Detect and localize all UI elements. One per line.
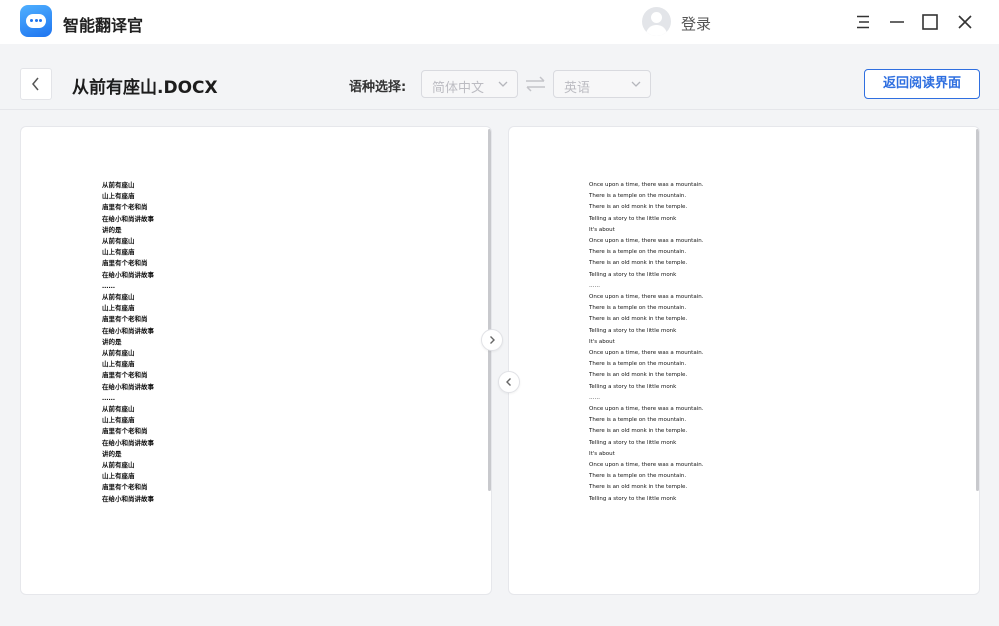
translated-text-line: Telling a story to the little monk [589, 383, 677, 390]
chevron-left-icon [32, 77, 39, 91]
chevron-left-icon [506, 378, 511, 386]
translated-scrollbar[interactable] [976, 129, 979, 491]
chevron-down-icon [498, 81, 508, 87]
chevron-right-icon [490, 336, 495, 344]
source-text-line: 从前有座山 [102, 237, 135, 246]
swap-arrows-icon[interactable] [525, 76, 546, 92]
source-text-line: 山上有座庙 [102, 304, 135, 313]
translated-text-line: There is an old monk in the temple. [589, 204, 688, 211]
source-text-line: 庙里有个老和尚 [102, 259, 148, 268]
translated-text-line: It's about [589, 338, 615, 345]
source-text-line: 在给小和尚讲故事 [102, 382, 154, 391]
toolbar: 从前有座山.DOCX 语种选择: 简体中文 英语 返回阅读界面 [0, 58, 999, 110]
source-text-line: 庙里有个老和尚 [102, 427, 148, 436]
source-text-line: 讲的是 [102, 337, 122, 346]
source-text-line: 庙里有个老和尚 [102, 371, 148, 380]
translated-text-line: There is an old monk in the temple. [589, 484, 688, 491]
source-text-line: 在给小和尚讲故事 [102, 214, 154, 223]
source-text-line: 在给小和尚讲故事 [102, 270, 154, 279]
translated-text-line: There is an old monk in the temple. [589, 428, 688, 435]
source-text-line: 从前有座山 [102, 293, 135, 302]
language-select-label: 语种选择: [349, 80, 407, 95]
translated-text-line: There is an old monk in the temple. [589, 372, 688, 379]
source-text-line: 从前有座山 [102, 349, 135, 358]
source-text-line: 从前有座山 [102, 461, 135, 470]
source-text-line: 庙里有个老和尚 [102, 483, 148, 492]
source-document-panel: 从前有座山 山上有座庙 庙里有个老和尚 在给小和尚讲故事 讲的是 从前有座山 山上有座庙 庙里… [20, 126, 492, 595]
source-language-select[interactable]: 简体中文 [421, 70, 518, 98]
translated-text-line: Once upon a time, there was a mountain. [589, 406, 704, 413]
source-text-line: 讲的是 [102, 225, 122, 234]
translated-document-text: Once upon a time, there was a mountain. T… [589, 180, 703, 505]
translated-text-line: There is a temple on the mountain. [589, 473, 687, 480]
maximize-icon[interactable] [917, 9, 943, 35]
translated-text-line: …… [589, 282, 600, 289]
translated-text-line: Once upon a time, there was a mountain. [589, 462, 704, 469]
chevron-down-icon [631, 81, 641, 87]
source-text-line: 在给小和尚讲故事 [102, 326, 154, 335]
source-text-line: 山上有座庙 [102, 248, 135, 257]
source-text-line: 山上有座庙 [102, 416, 135, 425]
menu-icon[interactable] [850, 9, 876, 35]
translated-document-panel: Once upon a time, there was a mountain. T… [508, 126, 980, 595]
source-text-line: 在给小和尚讲故事 [102, 494, 154, 503]
source-language-value: 简体中文 [432, 81, 485, 96]
translated-text-line: Once upon a time, there was a mountain. [589, 350, 704, 357]
user-avatar-icon[interactable] [642, 7, 671, 36]
title-bar: 智能翻译官 登录 [0, 0, 999, 44]
minimize-icon[interactable] [884, 9, 910, 35]
source-text-line: 从前有座山 [102, 405, 135, 414]
source-text-line: 山上有座庙 [102, 192, 135, 201]
source-text-line: …… [102, 393, 115, 402]
translated-text-line: It's about [589, 226, 615, 233]
translated-text-line: Telling a story to the little monk [589, 271, 677, 278]
prev-panel-button[interactable] [498, 371, 520, 393]
app-name: 智能翻译官 [63, 16, 144, 35]
target-language-select[interactable]: 英语 [553, 70, 651, 98]
source-text-line: 山上有座庙 [102, 472, 135, 481]
login-link[interactable]: 登录 [681, 13, 711, 34]
return-to-reading-button[interactable]: 返回阅读界面 [864, 69, 980, 99]
source-document-text: 从前有座山 山上有座庙 庙里有个老和尚 在给小和尚讲故事 讲的是 从前有座山 山上有座庙 庙里… [102, 180, 154, 505]
close-icon[interactable] [952, 9, 978, 35]
source-text-line: 在给小和尚讲故事 [102, 438, 154, 447]
source-text-line: 山上有座庙 [102, 360, 135, 369]
source-text-line: 庙里有个老和尚 [102, 203, 148, 212]
translated-text-line: There is a temple on the mountain. [589, 361, 687, 368]
next-panel-button[interactable] [481, 329, 503, 351]
robot-logo-icon [20, 5, 52, 37]
translated-text-line: There is a temple on the mountain. [589, 305, 687, 312]
translated-text-line: Telling a story to the little monk [589, 439, 677, 446]
translated-text-line: There is an old monk in the temple. [589, 316, 688, 323]
source-text-line: 庙里有个老和尚 [102, 315, 148, 324]
translated-text-line: There is a temple on the mountain. [589, 249, 687, 256]
source-text-line: 讲的是 [102, 449, 122, 458]
translated-text-line: It's about [589, 450, 615, 457]
back-button[interactable] [20, 68, 52, 100]
translated-text-line: …… [589, 394, 600, 401]
source-text-line: …… [102, 281, 115, 290]
document-title: 从前有座山.DOCX [72, 78, 218, 98]
source-scrollbar[interactable] [488, 129, 491, 491]
translated-text-line: There is a temple on the mountain. [589, 193, 687, 200]
source-text-line: 从前有座山 [102, 181, 135, 189]
translated-text-line: Telling a story to the little monk [589, 327, 677, 334]
translated-text-line: There is an old monk in the temple. [589, 260, 688, 267]
translated-text-line: Telling a story to the little monk [589, 215, 677, 222]
translated-text-line: Once upon a time, there was a mountain. [589, 238, 704, 245]
translated-text-line: Telling a story to the little monk [589, 495, 677, 502]
target-language-value: 英语 [564, 81, 591, 96]
translated-text-line: Once upon a time, there was a mountain. [589, 182, 704, 188]
translated-text-line: Once upon a time, there was a mountain. [589, 294, 704, 301]
translated-text-line: There is a temple on the mountain. [589, 417, 687, 424]
